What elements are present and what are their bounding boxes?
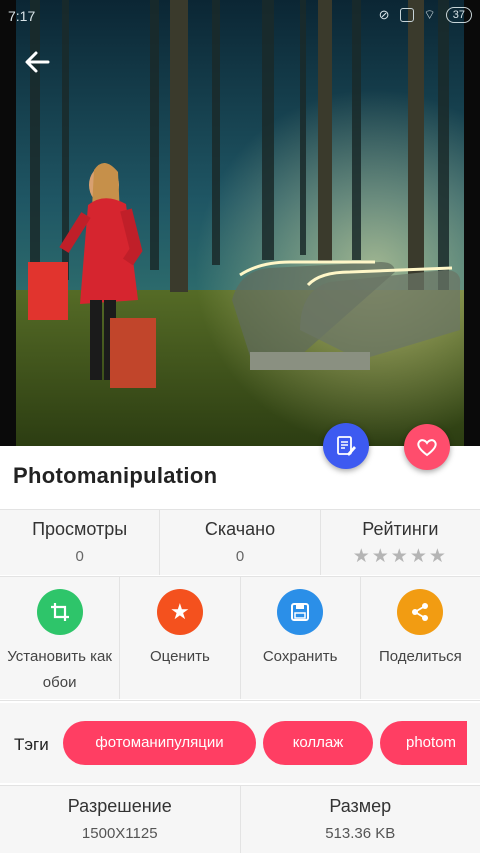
share-label: Поделиться	[378, 648, 462, 665]
star-icon: ★	[390, 546, 410, 567]
save-label: Сохранить	[262, 648, 338, 665]
actions-row: Установить как обои ★ Оценить Сохранить …	[0, 577, 480, 699]
info-row: Разрешение 1500X1125 Размер 513.36 KB	[0, 786, 480, 853]
star-icon: ★	[352, 546, 372, 567]
status-time: 7:17	[8, 8, 36, 24]
size-cell: Размер 513.36 KB	[241, 786, 480, 853]
star-icon: ★	[156, 589, 203, 635]
rate-label: Оценить	[149, 648, 210, 665]
size-value: 513.36 KB	[325, 825, 396, 842]
set-as-wallpaper-label: Установить как обои	[7, 648, 112, 691]
star-icon: ★	[409, 546, 429, 567]
tags-scroll[interactable]: фотоманипуляции коллаж photom	[0, 703, 467, 783]
set-wallpaper-fab[interactable]	[323, 423, 369, 469]
share-icon	[397, 589, 444, 635]
stat-views: Просмотры 0	[0, 510, 161, 575]
sim-icon	[399, 8, 414, 22]
wallpaper-image	[0, 0, 480, 446]
document-edit-icon	[337, 436, 356, 456]
rating-stars: ★★★★★	[321, 545, 480, 568]
crop-icon	[36, 589, 83, 635]
set-as-wallpaper-button[interactable]: Установить как обои	[0, 577, 121, 699]
back-button[interactable]	[22, 48, 54, 76]
stat-downloads-label: Скачано	[204, 519, 276, 539]
favorite-fab[interactable]	[404, 424, 450, 470]
stat-downloads: Скачано 0	[160, 510, 321, 575]
forest-scene	[0, 0, 480, 446]
status-bar: 7:17 ⊘ ⌔ 37	[0, 0, 480, 32]
status-icons: ⊘ ⌔ 37	[379, 7, 472, 23]
save-button[interactable]: Сохранить	[241, 577, 361, 699]
star-icon: ★	[371, 546, 391, 567]
battery-indicator: 37	[445, 7, 472, 23]
alarm-off-icon: ⊘	[378, 7, 390, 22]
stat-rating: Рейтинги ★★★★★	[321, 510, 480, 575]
rate-button[interactable]: ★ Оценить	[120, 577, 241, 699]
arrow-left-icon	[25, 51, 50, 73]
save-icon	[277, 589, 324, 635]
tag-chip[interactable]: коллаж	[263, 721, 373, 765]
share-button[interactable]: Поделиться	[361, 577, 480, 699]
stat-rating-label: Рейтинги	[362, 519, 439, 539]
tags-row: Тэги фотоманипуляции коллаж photom	[0, 703, 480, 783]
size-label: Размер	[329, 796, 392, 816]
stat-views-value: 0	[75, 548, 84, 565]
wallpaper-title: Photomanipulation	[13, 463, 218, 488]
tag-chip[interactable]: photom	[380, 721, 467, 765]
stat-downloads-value: 0	[235, 548, 245, 565]
wifi-icon: ⌔	[423, 7, 436, 22]
star-icon: ★	[428, 546, 448, 567]
resolution-value: 1500X1125	[81, 825, 158, 842]
resolution-label: Разрешение	[67, 796, 172, 816]
divider	[0, 700, 480, 701]
heart-icon	[417, 439, 437, 457]
stats-row: Просмотры 0 Скачано 0 Рейтинги ★★★★★	[0, 510, 480, 575]
stat-views-label: Просмотры	[32, 519, 128, 539]
resolution-cell: Разрешение 1500X1125	[0, 786, 241, 853]
tag-chip[interactable]: фотоманипуляции	[63, 721, 256, 765]
